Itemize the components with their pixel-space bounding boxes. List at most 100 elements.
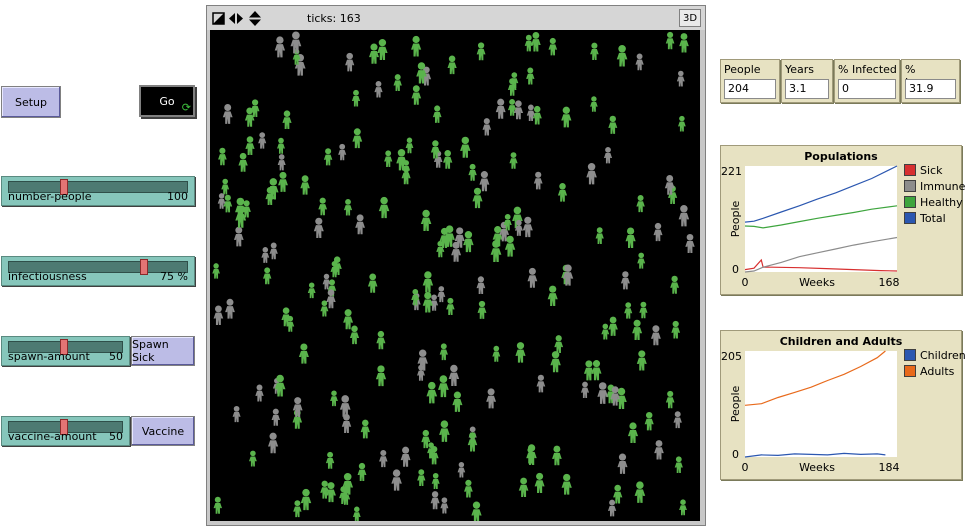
legend-entry-total: Total: [904, 210, 965, 226]
edge-wrap-icon[interactable]: [212, 12, 225, 25]
person-agent: [393, 74, 402, 92]
world-canvas[interactable]: [210, 30, 700, 521]
person-agent: [422, 291, 433, 313]
person-agent: [218, 147, 227, 166]
person-agent: [277, 137, 285, 154]
person-agent: [457, 461, 466, 478]
person-agent: [673, 411, 682, 429]
y-tick-min: 0: [732, 448, 739, 461]
slider-vaccine-amount[interactable]: vaccine-amount 50: [1, 416, 130, 446]
person-agent: [439, 420, 450, 442]
person-agent: [274, 36, 286, 58]
person-agent: [561, 106, 572, 128]
person-agent: [376, 330, 386, 350]
legend-swatch: [904, 164, 916, 176]
legend-label: Sick: [920, 163, 943, 177]
person-agent: [624, 302, 633, 319]
person-agent: [616, 45, 628, 67]
person-agent: [477, 300, 487, 319]
person-agent: [349, 325, 360, 345]
plot-children-adults: 205 0 0 184 Weeks People Children and Adults …: [720, 330, 966, 480]
three-d-label: 3D: [682, 12, 698, 24]
person-agent: [313, 217, 324, 238]
slider-handle[interactable]: [140, 259, 148, 275]
person-agent: [632, 319, 643, 340]
go-button[interactable]: Go ⟳: [139, 85, 195, 117]
person-agent: [375, 365, 387, 387]
legend-swatch: [904, 349, 916, 361]
person-agent: [590, 42, 599, 60]
person-agent: [437, 286, 446, 303]
person-agent: [446, 297, 455, 315]
person-agent: [557, 183, 568, 202]
vaccine-label: Vaccine: [141, 424, 185, 438]
person-agent: [507, 78, 517, 96]
slider-spawn-amount[interactable]: spawn-amount 50: [1, 336, 130, 366]
x-tick-min: 0: [742, 276, 749, 289]
person-agent: [547, 285, 558, 306]
person-agent: [650, 325, 661, 346]
person-agent: [384, 150, 393, 167]
person-agent: [676, 70, 685, 87]
person-agent: [330, 261, 339, 278]
person-agent: [318, 197, 328, 216]
person-agent: [438, 375, 449, 398]
person-agent: [634, 481, 646, 503]
person-agent: [514, 219, 523, 236]
person-agent: [411, 35, 422, 57]
person-agent: [679, 33, 689, 53]
person-agent: [607, 499, 617, 517]
person-agent: [426, 381, 438, 404]
person-agent: [323, 148, 333, 166]
slider-infectiousness[interactable]: infectiousness 75 %: [1, 256, 195, 286]
slider-value: 50: [109, 350, 123, 363]
legend-entry-adults: Adults: [904, 363, 966, 379]
forever-icon: ⟳: [181, 101, 191, 114]
person-agent: [522, 216, 533, 238]
person-agent: [233, 226, 244, 247]
x-tick-max: 168: [879, 276, 900, 289]
person-agent: [586, 163, 597, 185]
person-agent: [472, 187, 483, 209]
spawn-sick-button[interactable]: Spawn Sick: [131, 336, 195, 366]
person-agent: [300, 488, 312, 511]
person-agent: [338, 143, 347, 161]
person-agent: [608, 316, 618, 336]
person-agent: [271, 408, 281, 426]
slider-value: 50: [109, 430, 123, 443]
person-agent: [490, 240, 502, 262]
person-agent: [213, 496, 223, 514]
person-agent: [345, 52, 355, 72]
slider-number-people[interactable]: number-people 100: [1, 176, 195, 206]
person-agent: [552, 445, 562, 466]
horizontal-arrows-icon[interactable]: [229, 13, 243, 24]
person-agent: [597, 382, 609, 404]
vaccine-button[interactable]: Vaccine: [131, 416, 195, 446]
person-agent: [639, 301, 648, 319]
person-agent: [671, 320, 681, 339]
setup-button[interactable]: Setup: [1, 86, 61, 118]
person-agent: [678, 205, 690, 227]
monitor-value: 31.9: [905, 79, 956, 99]
legend-entry-immune: Immune: [904, 178, 965, 194]
three-d-button[interactable]: 3D: [679, 9, 701, 27]
person-agent: [515, 342, 526, 363]
person-agent: [492, 345, 501, 362]
y-axis-label: People: [729, 200, 742, 237]
slider-label: spawn-amount: [8, 350, 90, 363]
legend-swatch: [904, 365, 916, 377]
person-agent: [463, 230, 474, 253]
person-agent: [476, 42, 486, 61]
person-agent: [222, 104, 233, 124]
person-agent: [245, 136, 255, 156]
person-agent: [447, 55, 457, 75]
legend-entry-sick: Sick: [904, 162, 965, 178]
person-agent: [213, 305, 224, 325]
plot-area: [745, 166, 897, 272]
monitor-percent-immune: % Immune 31.9: [901, 59, 960, 103]
person-agent: [625, 227, 636, 249]
person-agent: [536, 374, 546, 393]
vertical-arrows-icon[interactable]: [249, 11, 261, 26]
person-agent: [451, 241, 462, 262]
view-control-icons[interactable]: [211, 9, 271, 29]
